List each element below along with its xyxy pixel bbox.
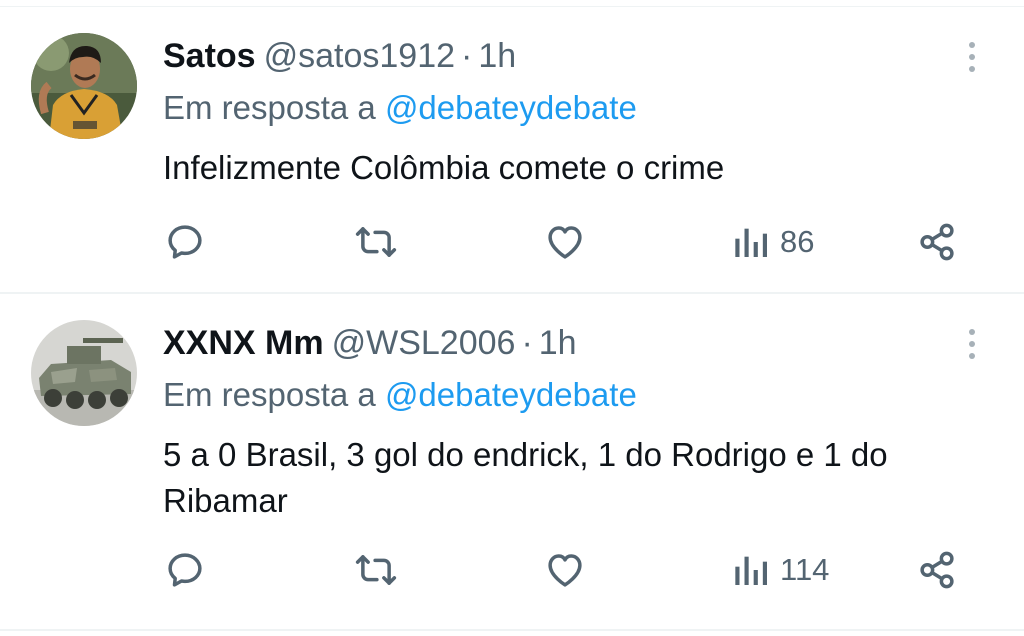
views-button[interactable]: 86 (732, 212, 814, 272)
action-bar: 86 (0, 212, 1024, 272)
retweet-icon (355, 227, 397, 257)
retweet-icon (355, 555, 397, 585)
author-handle[interactable]: @WSL2006 (332, 324, 516, 362)
tweet-text: Infelizmente Colômbia comete o crime (163, 149, 725, 186)
like-icon (548, 226, 582, 259)
share-button[interactable] (916, 540, 958, 600)
views-button[interactable]: 114 (732, 540, 829, 600)
views-icon (735, 228, 767, 257)
reply-button[interactable] (164, 212, 206, 272)
tweet[interactable]: Satos @satos1912 · 1h Em resposta a @debate… (0, 8, 1024, 294)
tweet[interactable]: XXNX Mm @WSL2006 · 1h Em resposta a @debate… (0, 295, 1024, 631)
top-divider (0, 0, 1024, 7)
timestamp[interactable]: 1h (478, 37, 516, 75)
reply-context: Em resposta a @debateydebate (163, 88, 637, 128)
views-icon (735, 556, 767, 585)
separator-dot: · (521, 324, 533, 362)
reply-button[interactable] (164, 540, 206, 600)
tweet-header: Satos @satos1912 · 1h (163, 36, 516, 76)
reply-handle-link[interactable]: @debateydebate (385, 376, 637, 413)
more-icon[interactable] (960, 325, 984, 369)
separator-dot: · (461, 37, 473, 75)
soccer-player-avatar-icon (31, 33, 137, 139)
reply-icon (168, 553, 202, 587)
tweet-header: XXNX Mm @WSL2006 · 1h (163, 323, 577, 363)
action-bar: 114 (0, 540, 1024, 600)
like-button[interactable] (543, 212, 587, 272)
author-name[interactable]: Satos (163, 37, 256, 75)
avatar[interactable] (31, 320, 137, 426)
more-icon[interactable] (960, 38, 984, 82)
share-icon (920, 551, 954, 589)
reply-handle-link[interactable]: @debateydebate (385, 89, 637, 126)
retweet-button[interactable] (354, 212, 398, 272)
armored-vehicle-avatar-icon (31, 320, 137, 426)
tweet-text: 5 a 0 Brasil, 3 gol do endrick, 1 do Rod… (163, 436, 888, 519)
reply-prefix: Em resposta a (163, 376, 376, 413)
retweet-button[interactable] (354, 540, 398, 600)
reply-context: Em resposta a @debateydebate (163, 375, 637, 415)
author-name[interactable]: XXNX Mm (163, 324, 324, 362)
timestamp[interactable]: 1h (539, 324, 577, 362)
avatar[interactable] (31, 33, 137, 139)
reply-icon (168, 225, 202, 259)
reply-prefix: Em resposta a (163, 89, 376, 126)
views-count: 86 (780, 224, 815, 259)
like-icon (548, 554, 582, 587)
like-button[interactable] (543, 540, 587, 600)
author-handle[interactable]: @satos1912 (264, 37, 455, 75)
views-count: 114 (780, 552, 830, 587)
share-button[interactable] (916, 212, 958, 272)
share-icon (920, 223, 954, 261)
